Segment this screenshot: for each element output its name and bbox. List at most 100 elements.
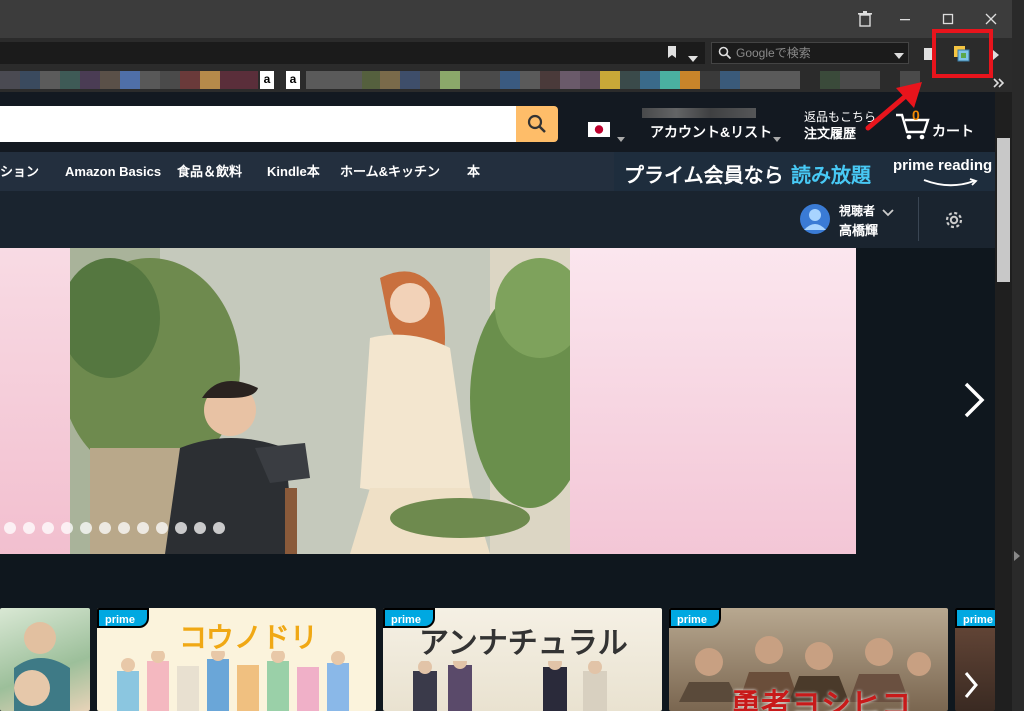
bookmark-item[interactable] bbox=[580, 71, 600, 89]
hero-side-panel bbox=[570, 248, 856, 554]
title-card[interactable]: prime コウノドリ bbox=[97, 608, 376, 711]
title-logo: 勇者ヨシヒコ bbox=[731, 689, 911, 711]
address-bar[interactable] bbox=[0, 42, 705, 64]
adjacent-window-strip bbox=[1012, 0, 1024, 711]
profile-role: 視聴者 bbox=[839, 204, 876, 218]
carousel-dot[interactable] bbox=[4, 522, 16, 534]
scrollbar-thumb[interactable] bbox=[997, 138, 1010, 282]
carousel-dot[interactable] bbox=[80, 522, 92, 534]
prime-video-subheader: 視聴者 高橋輝 bbox=[0, 191, 995, 248]
highlight-box bbox=[932, 29, 993, 78]
bookmark-item[interactable] bbox=[400, 71, 420, 89]
prime-reading-promo[interactable]: プライム会員なら 読み放題 prime reading bbox=[614, 152, 995, 191]
carousel-dot[interactable] bbox=[194, 522, 206, 534]
bookmark-item[interactable] bbox=[680, 71, 700, 89]
chevron-right-icon[interactable] bbox=[963, 670, 979, 705]
bookmark-item[interactable] bbox=[140, 71, 160, 89]
account-lists-menu[interactable]: アカウント&リスト bbox=[640, 104, 788, 144]
search-icon bbox=[527, 114, 547, 139]
chevron-down-icon bbox=[882, 204, 894, 222]
bookmark-item[interactable] bbox=[440, 71, 460, 89]
carousel-dot[interactable] bbox=[137, 522, 149, 534]
overflow-chevron-icon[interactable] bbox=[993, 75, 1005, 93]
minimize-icon[interactable] bbox=[892, 6, 918, 32]
prime-reading-logo: prime reading bbox=[893, 157, 993, 174]
title-card[interactable]: prime 勇者ヨシヒコ bbox=[669, 608, 948, 711]
bookmark-item[interactable] bbox=[100, 71, 120, 89]
bookmark-item[interactable] bbox=[640, 71, 660, 89]
carousel-dot[interactable] bbox=[175, 522, 187, 534]
bookmark-item[interactable] bbox=[220, 71, 258, 89]
dropdown-icon[interactable] bbox=[688, 49, 698, 67]
bookmark-item[interactable] bbox=[20, 71, 40, 89]
nav-item-amazon-basics[interactable]: Amazon Basics bbox=[65, 152, 161, 191]
carousel-dot[interactable] bbox=[156, 522, 168, 534]
bookmark-item[interactable] bbox=[420, 71, 440, 89]
forward-chevron-icon[interactable] bbox=[993, 47, 999, 65]
amazon-header: アカウント&リスト 返品もこちら 注文履歴 0 カート bbox=[0, 92, 995, 152]
bookmark-item[interactable] bbox=[160, 71, 180, 89]
profile-switcher[interactable]: 視聴者 高橋輝 bbox=[800, 201, 900, 239]
carousel-dot[interactable] bbox=[99, 522, 111, 534]
carousel-dot[interactable] bbox=[42, 522, 54, 534]
bookmark-item[interactable] bbox=[700, 71, 720, 89]
bookmark-star-icon[interactable] bbox=[667, 46, 677, 64]
carousel-dot[interactable] bbox=[61, 522, 73, 534]
bookmark-item[interactable] bbox=[0, 71, 20, 89]
nav-item-fashion[interactable]: ション bbox=[0, 152, 39, 191]
bookmark-item[interactable] bbox=[200, 71, 220, 89]
vertical-scrollbar[interactable] bbox=[995, 92, 1012, 711]
bookmark-item[interactable] bbox=[80, 71, 100, 89]
bookmark-item[interactable] bbox=[660, 71, 680, 89]
trash-icon[interactable] bbox=[852, 6, 878, 32]
amazon-bookmark-icon[interactable]: a bbox=[286, 71, 300, 89]
chevron-right-icon bbox=[1014, 548, 1020, 566]
bookmark-item[interactable] bbox=[720, 71, 740, 89]
page-icon[interactable] bbox=[924, 47, 932, 65]
cart-label: カート bbox=[932, 123, 974, 139]
search-dropdown-icon[interactable] bbox=[894, 45, 904, 65]
gear-icon[interactable] bbox=[943, 209, 965, 236]
bookmark-item[interactable] bbox=[540, 71, 560, 89]
bookmark-item[interactable] bbox=[500, 71, 520, 89]
amazon-bookmark-icon[interactable]: a bbox=[260, 71, 274, 89]
search-icon bbox=[718, 46, 732, 66]
amazon-search-input[interactable] bbox=[0, 106, 516, 142]
nav-item-food[interactable]: 食品＆飲料 bbox=[177, 152, 242, 191]
language-selector[interactable] bbox=[588, 120, 628, 142]
bookmark-item[interactable] bbox=[40, 71, 60, 89]
japan-flag-icon bbox=[588, 122, 610, 142]
bookmark-item[interactable] bbox=[460, 71, 500, 89]
bookmark-item[interactable] bbox=[380, 71, 400, 89]
prime-badge: prime bbox=[955, 608, 995, 628]
bookmark-item[interactable] bbox=[60, 71, 80, 89]
nav-item-kindle[interactable]: Kindle本 bbox=[267, 152, 320, 191]
nav-item-home-kitchen[interactable]: ホーム&キッチン bbox=[340, 152, 440, 191]
content-row: prime コウノドリ prime アンナチュラル prime 勇者ヨシヒコ p… bbox=[0, 608, 995, 711]
browser-search-input[interactable]: Googleで検索 bbox=[711, 42, 909, 64]
account-greeting-blurred bbox=[642, 108, 756, 118]
bookmark-item[interactable] bbox=[620, 71, 640, 89]
title-card[interactable]: prime アンナチュラル bbox=[383, 608, 662, 711]
title-logo: コウノドリ bbox=[179, 622, 318, 653]
hero-image[interactable] bbox=[70, 248, 570, 554]
bookmark-item[interactable] bbox=[120, 71, 140, 89]
bookmark-item[interactable] bbox=[560, 71, 580, 89]
browser-toolbar: Googleで検索 bbox=[0, 38, 1024, 68]
bookmark-item[interactable] bbox=[362, 71, 380, 89]
bookmark-item[interactable] bbox=[520, 71, 540, 89]
bookmark-item[interactable] bbox=[820, 71, 840, 89]
carousel-dot[interactable] bbox=[213, 522, 225, 534]
amazon-search-button[interactable] bbox=[516, 106, 558, 142]
nav-item-books[interactable]: 本 bbox=[467, 152, 480, 191]
hero-carousel bbox=[0, 248, 995, 554]
bookmark-item[interactable] bbox=[600, 71, 620, 89]
carousel-dot[interactable] bbox=[118, 522, 130, 534]
carousel-dot[interactable] bbox=[23, 522, 35, 534]
chevron-right-icon[interactable] bbox=[962, 380, 986, 425]
bookmark-item[interactable] bbox=[180, 71, 200, 89]
bookmark-item[interactable] bbox=[306, 71, 362, 89]
title-card[interactable] bbox=[0, 608, 90, 711]
window-titlebar bbox=[0, 0, 1024, 38]
bookmark-item[interactable] bbox=[740, 71, 800, 89]
